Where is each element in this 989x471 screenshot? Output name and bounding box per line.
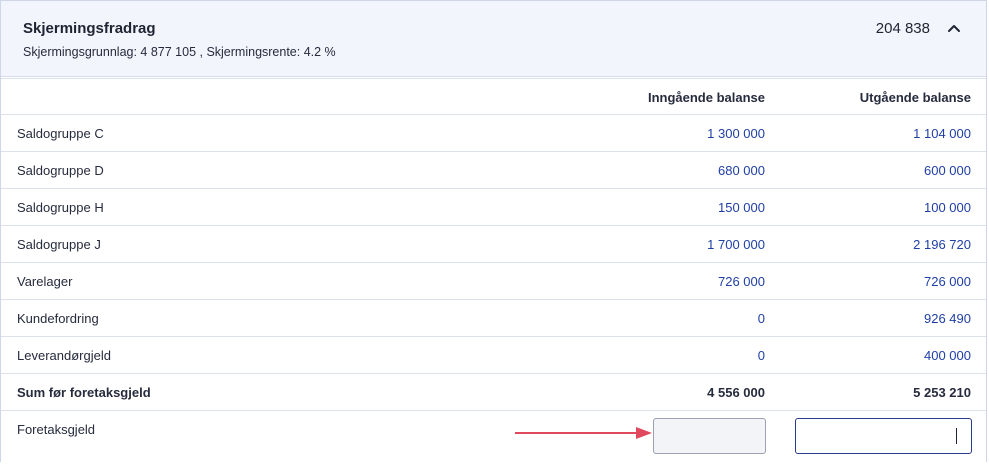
row-label: Saldogruppe D xyxy=(17,163,104,178)
table-header-row: Inngående balanse Utgående balanse xyxy=(1,78,986,115)
deduction-total: 204 838 xyxy=(875,20,930,37)
sum-closing-value: 5 253 210 xyxy=(913,385,971,400)
panel-title: Skjermingsfradrag xyxy=(23,20,156,37)
opening-value[interactable]: 1 300 000 xyxy=(707,126,765,141)
table-row: Saldogruppe J 1 700 000 2 196 720 xyxy=(1,226,986,263)
opening-value[interactable]: 150 000 xyxy=(718,200,765,215)
table-row: Saldogruppe C 1 300 000 1 104 000 xyxy=(1,115,986,152)
row-label: Leverandørgjeld xyxy=(17,348,111,363)
panel-subtitle: Skjermingsgrunnlag: 4 877 105 , Skjermin… xyxy=(23,45,336,59)
column-header-opening: Inngående balanse xyxy=(647,90,765,105)
closing-value[interactable]: 100 000 xyxy=(924,200,971,215)
opening-value[interactable]: 680 000 xyxy=(718,163,765,178)
debt-label: Foretaksgjeld xyxy=(17,422,96,437)
text-caret xyxy=(956,428,957,444)
closing-value[interactable]: 400 000 xyxy=(924,348,971,363)
row-label: Saldogruppe C xyxy=(17,126,104,141)
table-row: Varelager 726 000 726 000 xyxy=(1,263,986,300)
table-row: Kundefordring 0 926 490 xyxy=(1,300,986,337)
table-row: Saldogruppe D 680 000 600 000 xyxy=(1,152,986,189)
row-label: Saldogruppe J xyxy=(17,237,101,252)
row-label: Varelager xyxy=(17,274,73,289)
table-row: Saldogruppe H 150 000 100 000 xyxy=(1,189,986,226)
opening-value[interactable]: 0 xyxy=(758,311,765,326)
opening-debt-input[interactable] xyxy=(653,418,766,454)
sum-row: Sum før foretaksgjeld 4 556 000 5 253 21… xyxy=(1,374,986,411)
closing-value[interactable]: 600 000 xyxy=(924,163,971,178)
opening-value[interactable]: 726 000 xyxy=(718,274,765,289)
row-label: Saldogruppe H xyxy=(17,200,104,215)
shielding-deduction-panel: Skjermingsfradrag Skjermingsgrunnlag: 4 … xyxy=(0,0,987,462)
sum-label: Sum før foretaksgjeld xyxy=(17,385,151,400)
opening-value[interactable]: 1 700 000 xyxy=(707,237,765,252)
opening-value[interactable]: 0 xyxy=(758,348,765,363)
closing-value[interactable]: 726 000 xyxy=(924,274,971,289)
closing-value[interactable]: 2 196 720 xyxy=(913,237,971,252)
closing-debt-input[interactable] xyxy=(795,418,972,454)
arrow-right-icon xyxy=(514,424,654,442)
row-label: Kundefordring xyxy=(17,311,99,326)
table-row: Leverandørgjeld 0 400 000 xyxy=(1,337,986,374)
chevron-up-icon[interactable] xyxy=(944,18,964,38)
sum-opening-value: 4 556 000 xyxy=(707,385,765,400)
closing-value[interactable]: 1 104 000 xyxy=(913,126,971,141)
panel-header[interactable]: Skjermingsfradrag Skjermingsgrunnlag: 4 … xyxy=(1,1,986,77)
closing-value[interactable]: 926 490 xyxy=(924,311,971,326)
column-header-closing: Utgående balanse xyxy=(859,90,971,105)
